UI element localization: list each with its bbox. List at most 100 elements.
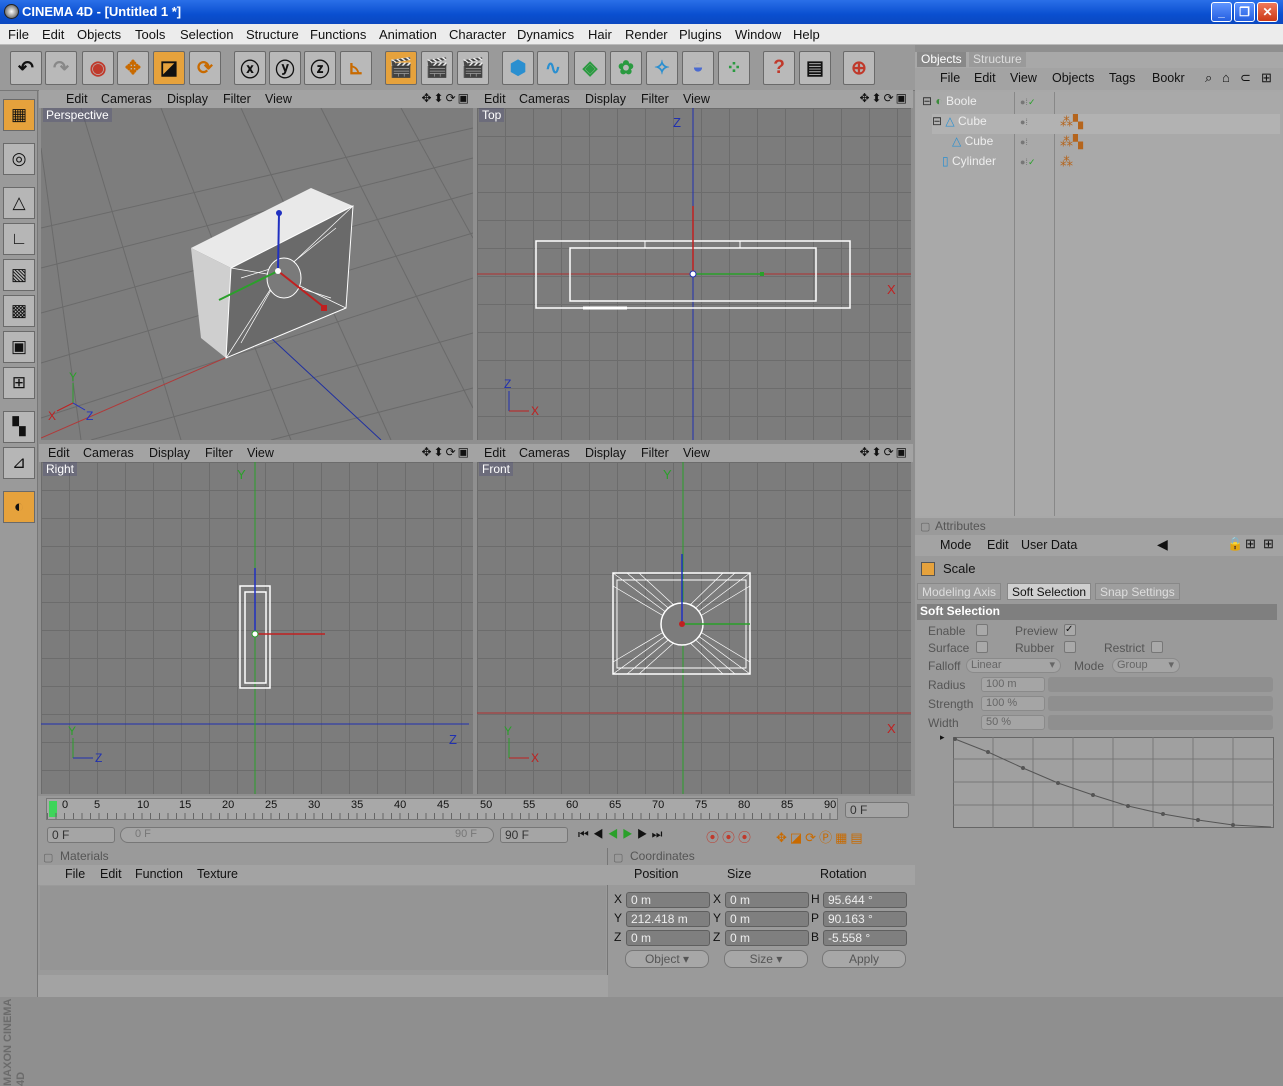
- end-frame-field[interactable]: 90 F: [500, 827, 568, 843]
- mat-menu-texture[interactable]: Texture: [197, 867, 238, 881]
- menu-plugins[interactable]: Plugins: [679, 27, 722, 42]
- scale-icon[interactable]: ◪: [153, 51, 185, 85]
- minimize-button[interactable]: _: [1211, 2, 1232, 22]
- range-slider[interactable]: 0 F 90 F: [120, 827, 494, 843]
- vp-menu-cameras[interactable]: Cameras: [519, 92, 570, 106]
- web-browser-icon[interactable]: ⊕: [843, 51, 875, 85]
- layout-icon[interactable]: ▦: [3, 99, 35, 131]
- obj-menu-bookmarks[interactable]: Bookr: [1152, 71, 1185, 85]
- particle-icon[interactable]: ⁘: [718, 51, 750, 85]
- expand-arrow-icon[interactable]: ▸: [940, 732, 945, 743]
- vp-menu-display[interactable]: Display: [585, 92, 626, 106]
- vp-menu-cameras[interactable]: Cameras: [101, 92, 152, 106]
- playback-controls[interactable]: ⏮◀◀▶▶⏭: [578, 827, 666, 842]
- tab-snap-settings[interactable]: Snap Settings: [1095, 583, 1180, 600]
- perspective-canvas[interactable]: Y X Z Perspective: [41, 108, 473, 440]
- object-row-cylinder[interactable]: ▯ Cylinder: [942, 154, 996, 174]
- obj-menu-file[interactable]: File: [940, 71, 960, 85]
- rot-b-field[interactable]: -5.558 °: [823, 930, 907, 946]
- texture-tag-icon[interactable]: ⁂▚: [1060, 114, 1083, 130]
- menu-window[interactable]: Window: [735, 27, 781, 42]
- vp-menu-filter[interactable]: Filter: [641, 92, 669, 106]
- menu-dynamics[interactable]: Dynamics: [517, 27, 574, 42]
- obj-menu-tags[interactable]: Tags: [1109, 71, 1135, 85]
- uv-mode-icon[interactable]: ⊿: [3, 447, 35, 479]
- viewport-nav-controls[interactable]: ✥⬍⟳▣: [421, 91, 471, 105]
- back-arrow-icon[interactable]: ◀: [1157, 536, 1168, 553]
- rotate-icon[interactable]: ⟳: [189, 51, 221, 85]
- menu-structure[interactable]: Structure: [246, 27, 299, 42]
- render-picture-viewer-icon[interactable]: 🎬: [457, 51, 489, 85]
- timeline-ruler[interactable]: 0 5 10 15 20 25 30 35 40 45 50 55 60 65 …: [46, 798, 838, 820]
- checker-icon[interactable]: ▚: [3, 411, 35, 443]
- current-frame-field[interactable]: 0 F: [845, 802, 909, 818]
- mat-menu-edit[interactable]: Edit: [100, 867, 122, 881]
- lock-icon[interactable]: 🔒: [1227, 536, 1243, 552]
- viewport-nav-controls[interactable]: ✥⬍⟳▣: [859, 91, 909, 105]
- preview-checkbox[interactable]: ✓: [1064, 624, 1076, 636]
- obj-menu-edit[interactable]: Edit: [974, 71, 996, 85]
- render-settings-icon[interactable]: ▤: [799, 51, 831, 85]
- vp-menu-filter[interactable]: Filter: [205, 446, 233, 460]
- pos-x-field[interactable]: 0 m: [626, 892, 710, 908]
- live-selection-icon[interactable]: ◉: [82, 51, 114, 85]
- attr-menu-edit[interactable]: Edit: [987, 538, 1009, 552]
- pos-z-field[interactable]: 0 m: [626, 930, 710, 946]
- viewport-nav-controls[interactable]: ✥⬍⟳▣: [421, 445, 471, 459]
- new-panel-icon[interactable]: ⊞: [1245, 536, 1256, 552]
- width-slider[interactable]: [1048, 715, 1273, 730]
- record-controls[interactable]: ⦿⦿⦿: [706, 827, 754, 846]
- render-view-icon[interactable]: 🎬: [385, 51, 417, 85]
- expand-icon[interactable]: ⊞: [1263, 536, 1274, 552]
- apply-button[interactable]: Apply: [822, 950, 906, 968]
- rot-p-field[interactable]: 90.163 °: [823, 911, 907, 927]
- close-button[interactable]: ✕: [1257, 2, 1278, 22]
- array-icon[interactable]: ✿: [610, 51, 642, 85]
- mat-menu-file[interactable]: File: [65, 867, 85, 881]
- menu-character[interactable]: Character: [449, 27, 506, 42]
- move-icon[interactable]: ✥: [117, 51, 149, 85]
- object-row-boole[interactable]: ⊟ ◐ Boole: [922, 94, 977, 114]
- vp-menu-view[interactable]: View: [247, 446, 274, 460]
- enable-checkbox[interactable]: [976, 624, 988, 636]
- x-axis-lock-icon[interactable]: ⓧ: [234, 51, 266, 85]
- viewport-front[interactable]: Edit Cameras Display Filter View ✥⬍⟳▣ Y: [475, 444, 913, 796]
- surface-checkbox[interactable]: [976, 641, 988, 653]
- visibility-dots-icon[interactable]: ●⁞✓: [1020, 157, 1035, 168]
- visibility-dots-icon[interactable]: ●⁞✓: [1020, 97, 1035, 108]
- vp-menu-view[interactable]: View: [683, 92, 710, 106]
- coordinate-system-icon[interactable]: ⊾: [340, 51, 372, 85]
- maximize-button[interactable]: ❐: [1234, 2, 1255, 22]
- vp-menu-display[interactable]: Display: [149, 446, 190, 460]
- radius-slider[interactable]: [1048, 677, 1273, 692]
- tab-structure[interactable]: Structure: [969, 52, 1026, 67]
- deformer-icon[interactable]: ✧: [646, 51, 678, 85]
- strength-slider[interactable]: [1048, 696, 1273, 711]
- sculpt-icon[interactable]: ◐: [3, 491, 35, 523]
- tab-soft-selection[interactable]: Soft Selection: [1007, 583, 1092, 600]
- vp-menu-edit[interactable]: Edit: [484, 446, 506, 460]
- restrict-checkbox[interactable]: [1151, 641, 1163, 653]
- menu-hair[interactable]: Hair: [588, 27, 612, 42]
- object-dropdown[interactable]: Object ▾: [625, 950, 709, 968]
- menu-selection[interactable]: Selection: [180, 27, 233, 42]
- undo-icon[interactable]: ↶: [10, 51, 42, 85]
- axis-mode-icon[interactable]: ⊞: [3, 367, 35, 399]
- vp-menu-view[interactable]: View: [683, 446, 710, 460]
- size-dropdown[interactable]: Size ▾: [724, 950, 808, 968]
- scene-object-icon[interactable]: ◒: [682, 51, 714, 85]
- menu-edit[interactable]: Edit: [42, 27, 64, 42]
- menu-functions[interactable]: Functions: [310, 27, 366, 42]
- vp-menu-cameras[interactable]: Cameras: [519, 446, 570, 460]
- rubber-checkbox[interactable]: [1064, 641, 1076, 653]
- menu-render[interactable]: Render: [625, 27, 668, 42]
- tab-modeling-axis[interactable]: Modeling Axis: [917, 583, 1002, 600]
- attr-menu-mode[interactable]: Mode: [940, 538, 971, 552]
- vp-menu-edit[interactable]: Edit: [66, 92, 88, 106]
- menu-file[interactable]: File: [8, 27, 29, 42]
- texture-tag-icon[interactable]: ⁂: [1060, 154, 1073, 170]
- viewport-nav-controls[interactable]: ✥⬍⟳▣: [859, 445, 909, 459]
- vp-menu-display[interactable]: Display: [585, 446, 626, 460]
- visibility-dots-icon[interactable]: ●⁞: [1020, 117, 1028, 127]
- vp-menu-filter[interactable]: Filter: [223, 92, 251, 106]
